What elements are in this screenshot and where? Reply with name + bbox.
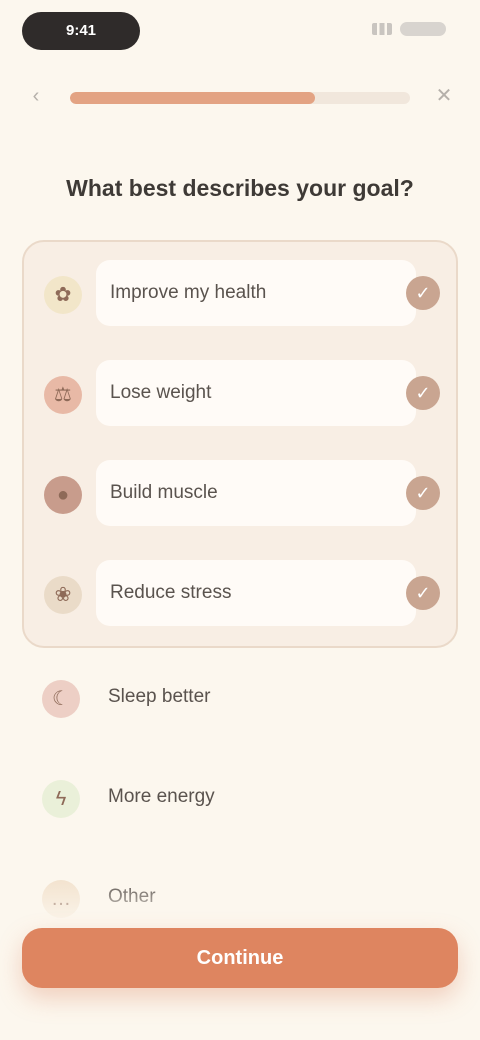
progress-bar bbox=[70, 92, 410, 104]
option-list: ✿ Improve my health ✓ ⚖ Lose weight ✓ ● Build m… bbox=[22, 240, 458, 948]
signal-icon bbox=[372, 23, 392, 35]
question-title: What best describes your goal? bbox=[66, 175, 414, 201]
leaf-icon: ✿ bbox=[44, 276, 82, 314]
option-label: Build muscle bbox=[110, 482, 218, 503]
option-label: More energy bbox=[108, 786, 215, 807]
bolt-icon: ϟ bbox=[42, 780, 80, 818]
status-time: 9:41 bbox=[22, 12, 140, 50]
status-bar: 9:41 bbox=[0, 0, 480, 64]
continue-button[interactable]: Continue bbox=[22, 928, 458, 988]
chevron-left-icon[interactable]: ‹ bbox=[22, 82, 50, 110]
selected-options-group: ✿ Improve my health ✓ ⚖ Lose weight ✓ ● Build m… bbox=[22, 240, 458, 648]
option-item[interactable]: ϟ More energy bbox=[22, 748, 458, 848]
progress-fill bbox=[70, 92, 315, 104]
option-label: Improve my health bbox=[110, 282, 267, 303]
moon-icon: ☾ bbox=[42, 680, 80, 718]
close-icon[interactable]: ✕ bbox=[430, 82, 458, 110]
check-icon: ✓ bbox=[406, 376, 440, 410]
option-item[interactable]: ✿ Improve my health ✓ bbox=[24, 244, 456, 344]
option-label: Reduce stress bbox=[110, 582, 232, 603]
option-item[interactable]: ⚖ Lose weight ✓ bbox=[24, 344, 456, 444]
check-icon: ✓ bbox=[406, 276, 440, 310]
lotus-icon: ❀ bbox=[44, 576, 82, 614]
dumbbell-icon: ● bbox=[44, 476, 82, 514]
scale-icon: ⚖ bbox=[44, 376, 82, 414]
option-item[interactable]: ● Build muscle ✓ bbox=[24, 444, 456, 544]
option-item[interactable]: ☾ Sleep better bbox=[22, 648, 458, 748]
check-icon: ✓ bbox=[406, 476, 440, 510]
status-indicators bbox=[372, 22, 446, 36]
check-icon: ✓ bbox=[406, 576, 440, 610]
option-item[interactable]: ❀ Reduce stress ✓ bbox=[24, 544, 456, 644]
bottom-fade bbox=[0, 880, 480, 928]
battery-icon bbox=[400, 22, 446, 36]
option-label: Lose weight bbox=[110, 382, 212, 403]
onboarding-screen: 9:41 ‹ ✕ What best describes your goal? … bbox=[0, 0, 480, 1040]
top-nav: ‹ ✕ bbox=[0, 74, 480, 120]
option-label: Sleep better bbox=[108, 686, 211, 707]
